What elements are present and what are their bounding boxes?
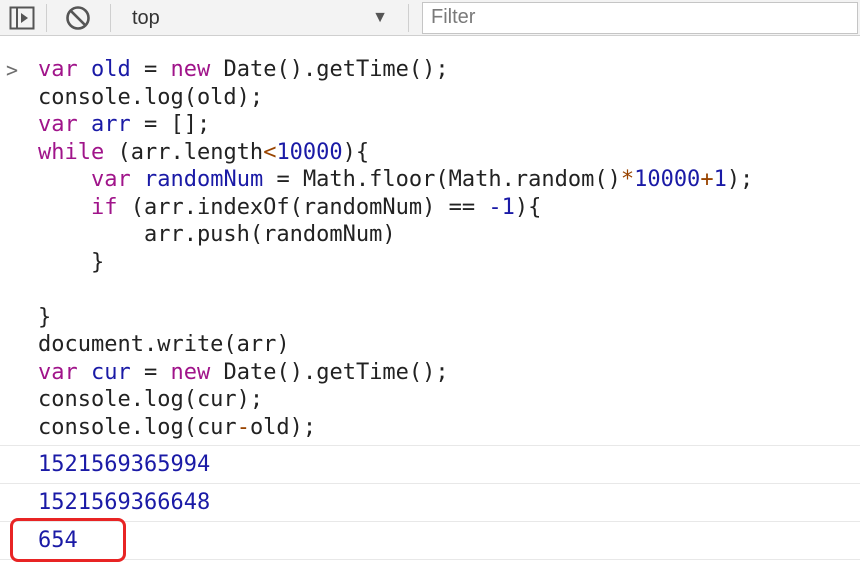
toolbar-divider: [110, 4, 111, 32]
chevron-down-icon: ▼: [372, 9, 388, 26]
sidebar-toggle-button[interactable]: [4, 0, 40, 36]
console-log: > var old = new Date().getTime(); consol…: [0, 56, 860, 560]
code-line: }: [38, 249, 105, 275]
code-line: var randomNum = Math.floor(Math.random()…: [90, 167, 754, 192]
code-line: var arr = [];: [38, 112, 211, 137]
code-line: while (arr.length<10000){: [38, 139, 370, 165]
code-line: }: [38, 304, 52, 330]
code-line: console.log(cur-old);: [38, 414, 317, 440]
sidebar-toggle-icon: [9, 6, 35, 30]
prompt-chevron-icon: >: [6, 58, 19, 82]
toolbar-divider: [408, 4, 409, 32]
console-output-line: 1521569366648: [0, 484, 860, 522]
code-line: var cur = new Date().getTime();: [38, 359, 449, 385]
context-value: top: [132, 6, 160, 29]
code-line: if (arr.indexOf(randomNum) == -1){: [90, 194, 542, 220]
clear-console-button[interactable]: [60, 0, 96, 36]
code-line: console.log(cur);: [38, 387, 264, 412]
code-block: var old = new Date().getTime(); console.…: [0, 56, 860, 441]
console-toolbar: top ▼ Filter: [0, 0, 860, 36]
clear-console-icon: [66, 6, 90, 30]
code-line: var old = new Date().getTime();: [38, 57, 449, 82]
console-output-line: 1521569365994: [0, 446, 860, 484]
console-output-line: 654: [0, 522, 860, 560]
context-selector[interactable]: top ▼: [112, 0, 402, 36]
code-line: document.write(arr): [38, 332, 290, 357]
highlight-box: [10, 518, 126, 562]
toolbar-divider: [46, 4, 47, 32]
filter-placeholder: Filter: [431, 6, 476, 28]
code-line: console.log(old);: [38, 84, 264, 110]
code-line: arr.push(randomNum): [38, 222, 396, 247]
console-input-entry: > var old = new Date().getTime(); consol…: [0, 56, 860, 446]
filter-input[interactable]: Filter: [422, 2, 858, 34]
